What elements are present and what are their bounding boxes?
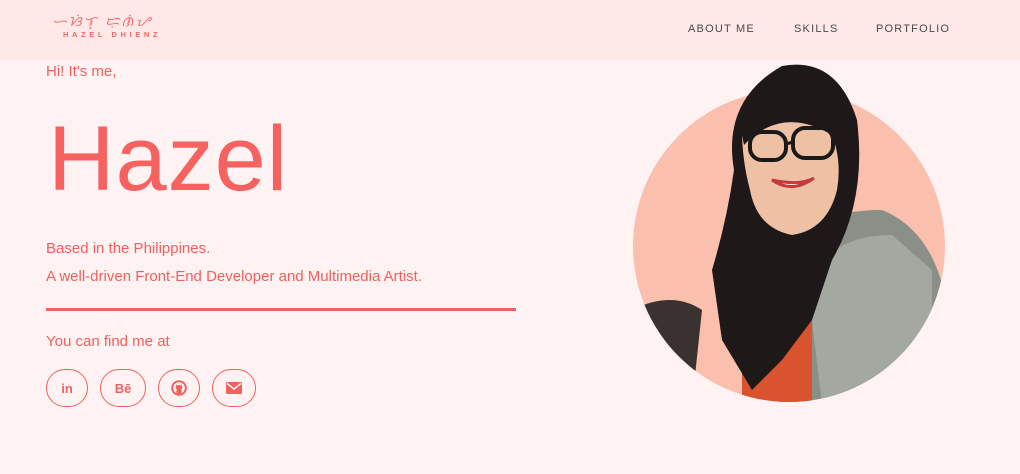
divider [46, 308, 516, 311]
find-me-label: You can find me at [46, 333, 170, 350]
brand-logo[interactable]: ᜑᜐᜒᜎ᜔ ᜇᜓᜈᜒᜌ HAZEL DHIENZ [52, 14, 182, 44]
linkedin-button[interactable]: in [46, 369, 88, 407]
nav-link-about-me[interactable]: ABOUT ME [688, 23, 755, 35]
nav-link-portfolio[interactable]: PORTFOLIO [876, 23, 950, 35]
hero-greeting: Hi! It's me, [46, 63, 117, 80]
behance-icon: Bē [114, 380, 132, 396]
github-button[interactable] [158, 369, 200, 407]
linkedin-icon: in [61, 380, 73, 396]
navbar: ᜑᜐᜒᜎ᜔ ᜇᜓᜈᜒᜌ HAZEL DHIENZ ABOUT ME SKILLS… [0, 0, 1020, 60]
hero-location: Based in the Philippines. [46, 240, 211, 257]
hero-name: Hazel [48, 108, 289, 210]
envelope-icon [226, 382, 242, 394]
behance-button[interactable]: Bē [100, 369, 146, 407]
email-button[interactable] [212, 369, 256, 407]
brand-logo-name: HAZEL DHIENZ [63, 30, 162, 39]
profile-portrait [633, 64, 945, 402]
hero-tagline: A well-driven Front-End Developer and Mu… [46, 268, 422, 285]
nav-link-skills[interactable]: SKILLS [794, 23, 839, 35]
brand-logo-script: ᜑᜐᜒᜎ᜔ ᜇᜓᜈᜒᜌ [52, 14, 152, 30]
github-icon [171, 380, 187, 396]
